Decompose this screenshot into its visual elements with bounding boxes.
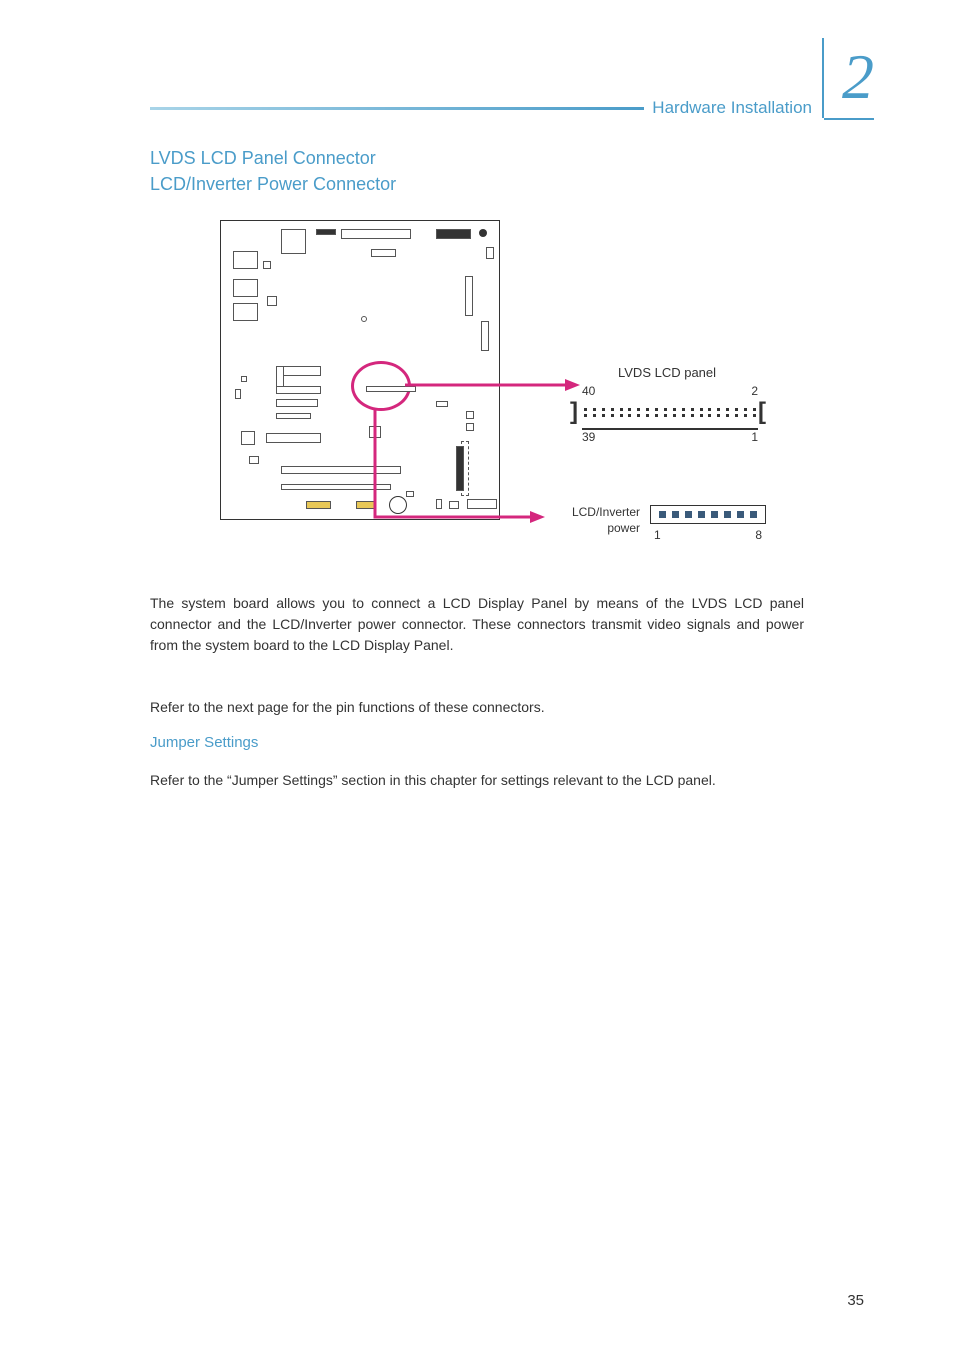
lvds-pin-39: 39 [582,430,595,444]
header-title: Hardware Installation [644,98,824,118]
lvds-pin-1: 1 [751,430,758,444]
paragraph-1: The system board allows you to connect a… [150,593,804,656]
lcdinv-label: LCD/Inverter power [540,505,640,536]
lcdinv-label-line2: power [607,521,640,535]
lvds-pin-2: 2 [751,384,758,398]
section-title-lvds: LVDS LCD Panel Connector [150,148,376,169]
lvds-pin-40: 40 [582,384,595,398]
lcdinv-label-line1: LCD/Inverter [572,505,640,519]
paragraph-3: Refer to the “Jumper Settings” section i… [150,770,804,791]
lvds-pin-row-bottom [582,414,758,417]
lcdinv-pin-1: 1 [654,528,661,542]
page-number: 35 [847,1292,864,1309]
bracket-right-icon: [ [758,398,770,426]
chapter-number: 2 [842,40,874,114]
lvds-connector-callout: LVDS LCD panel 40 2 ] [ 39 1 [570,365,770,444]
motherboard-outline [220,220,500,520]
subsection-jumper-settings: Jumper Settings [150,734,258,751]
header-bar: Hardware Installation [150,100,824,116]
paragraph-2: Refer to the next page for the pin funct… [150,697,804,718]
bracket-left-icon: ] [570,398,582,426]
chapter-underline [824,118,874,120]
board-diagram: LVDS LCD panel 40 2 ] [ 39 1 [220,220,770,560]
lcdinv-pin-8: 8 [755,528,762,542]
section-title-lcdinv: LCD/Inverter Power Connector [150,174,396,195]
lcdinv-connector-callout: LCD/Inverter power 1 8 [540,505,766,542]
lvds-label: LVDS LCD panel [570,365,770,380]
lcdinv-connector-box [650,505,766,524]
header-gradient-line [150,107,644,110]
